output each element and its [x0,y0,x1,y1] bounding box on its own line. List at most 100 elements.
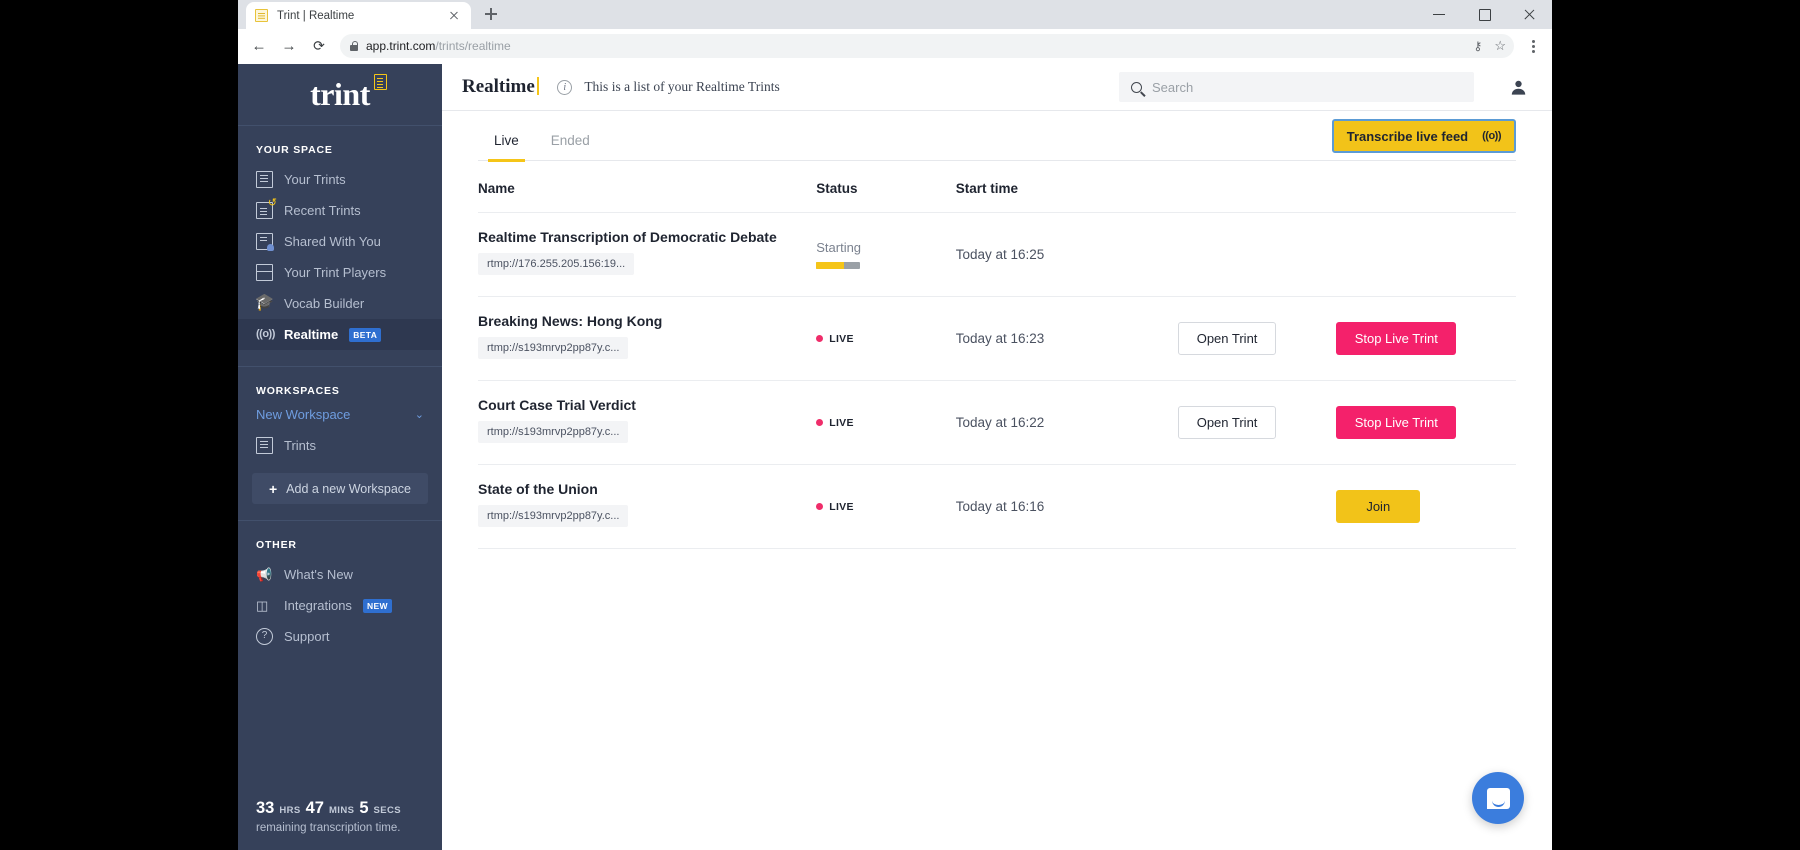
intercom-chat-button[interactable] [1472,772,1524,824]
search-placeholder: Search [1152,79,1194,95]
url-path: /trints/realtime [435,39,511,53]
cell-status: LIVE [816,464,956,549]
open-trint-button[interactable]: Open Trint [1177,322,1277,355]
start-time: Today at 16:22 [955,414,1045,430]
sidebar-item-whats-new[interactable]: 📢 What's New [238,559,442,590]
feed-url[interactable]: rtmp://176.255.205.156:19... [478,253,635,275]
cell-action-secondary: Stop Live Trint [1336,296,1516,381]
sidebar-item-recent-trints[interactable]: Recent Trints [238,195,442,226]
bookmark-star-icon[interactable]: ☆ [1494,38,1506,54]
table-row: Realtime Transcription of Democratic Deb… [478,212,1516,297]
favicon-icon [255,9,268,22]
cell-start-time: Today at 16:25 [955,212,1178,297]
sidebar-item-realtime[interactable]: ((o)) Realtime BETA [238,319,466,350]
seconds-value: 5 [359,799,369,817]
feed-url[interactable]: rtmp://s193mrvp2pp87y.c... [478,421,629,443]
back-button[interactable]: ← [245,32,273,60]
add-workspace-button[interactable]: + Add a new Workspace [252,473,428,504]
workspace-name: New Workspace [256,407,351,422]
cubes-icon: ◫ [256,598,269,613]
close-tab-icon[interactable] [446,8,462,24]
tab-ended[interactable]: Ended [535,121,606,161]
status-label: LIVE [829,500,854,513]
cell-name: State of the Union rtmp://s193mrvp2pp87y… [478,464,817,549]
reload-icon: ⟳ [313,37,325,54]
megaphone-icon: 📢 [256,567,273,582]
column-header-start-time: Start time [955,161,1178,213]
info-icon[interactable]: i [557,79,573,95]
cell-action-secondary: Join [1336,464,1516,549]
live-dot-icon [816,335,824,342]
cell-status: LIVE [816,296,956,381]
feed-url[interactable]: rtmp://s193mrvp2pp87y.c... [478,337,629,359]
hours-unit: HRS [279,805,301,816]
table-row: Breaking News: Hong Kong rtmp://s193mrvp… [478,296,1516,381]
cell-start-time: Today at 16:16 [955,464,1178,549]
realtime-feeds-table: Name Status Start time Realtime Transcri… [478,161,1516,549]
reload-button[interactable]: ⟳ [305,32,333,60]
minutes-unit: MINS [328,805,355,816]
cell-status: LIVE [816,380,956,465]
cell-start-time: Today at 16:23 [955,296,1178,381]
cell-name: Court Case Trial Verdict rtmp://s193mrvp… [478,380,817,465]
sidebar-heading-your-space: YOUR SPACE [256,144,333,156]
sidebar-item-your-trint-players[interactable]: Your Trint Players [238,257,442,288]
logo-container[interactable]: trint [238,64,442,126]
start-time: Today at 16:23 [955,330,1045,346]
transcribe-live-feed-button[interactable]: Transcribe live feed ((o)) [1331,119,1516,153]
sidebar-item-workspace-trints[interactable]: Trints [238,430,442,461]
stop-live-trint-button[interactable]: Stop Live Trint [1336,322,1457,355]
status-badge: LIVE [816,333,956,345]
address-bar[interactable]: app.trint.com/trints/realtime ⚷ ☆ [340,34,1514,58]
lock-icon [350,41,359,51]
sidebar: trint YOUR SPACE Your Trints Recent Trin… [238,64,466,850]
feed-name: Realtime Transcription of Democratic Deb… [478,229,777,245]
page-subtitle: This is a list of your Realtime Trints [584,79,780,94]
page-title: Realtime [462,76,545,98]
browser-tab[interactable]: Trint | Realtime [246,2,471,29]
maximize-button[interactable] [1462,0,1507,29]
player-icon [256,264,273,281]
tab-live[interactable]: Live [478,121,535,162]
sidebar-item-your-trints[interactable]: Your Trints [238,164,442,195]
document-icon [256,171,273,188]
forward-button[interactable]: → [275,32,303,60]
status-badge: LIVE [816,417,956,429]
sidebar-item-label: Support [284,629,330,644]
cell-action-primary [1177,212,1337,297]
sidebar-item-label: Realtime [284,327,339,342]
sidebar-heading-workspaces: WORKSPACES [256,385,340,397]
sidebar-item-shared-with-you[interactable]: Shared With You [238,226,442,257]
table-body: Realtime Transcription of Democratic Deb… [478,212,1516,549]
stop-live-trint-button[interactable]: Stop Live Trint [1336,406,1457,439]
start-time: Today at 16:25 [955,246,1045,262]
progress-bar [816,262,861,269]
search-input[interactable]: Search [1119,72,1474,102]
minimize-button[interactable] [1417,0,1462,29]
sidebar-item-integrations[interactable]: ◫ Integrations NEW [238,590,442,621]
table-header-row: Name Status Start time [478,161,1516,213]
new-tab-button[interactable] [477,0,505,28]
sidebar-item-label: Your Trints [284,172,346,187]
cell-name: Realtime Transcription of Democratic Deb… [478,212,817,297]
feed-url[interactable]: rtmp://s193mrvp2pp87y.c... [478,505,629,527]
open-trint-button[interactable]: Open Trint [1177,406,1277,439]
password-key-icon[interactable]: ⚷ [1474,39,1483,53]
sidebar-item-support[interactable]: ? Support [238,621,442,652]
feed-name: Breaking News: Hong Kong [478,313,663,329]
logo-document-icon [373,74,387,90]
sidebar-item-vocab-builder[interactable]: 🎓 Vocab Builder [238,288,442,319]
column-header-action-secondary [1336,161,1516,213]
account-avatar-button[interactable] [1504,73,1532,101]
close-window-button[interactable] [1507,0,1552,29]
browser-menu-icon[interactable] [1521,32,1545,60]
live-dot-icon [816,503,824,510]
recent-document-icon [256,196,277,219]
cell-status: Starting [816,212,956,297]
join-button[interactable]: Join [1336,490,1421,523]
sidebar-section-other: OTHER 📢 What's New ◫ Integrations NEW ? … [238,521,442,652]
browser-window: Trint | Realtime ← → ⟳ app.trint.com/tri… [238,0,1552,850]
sidebar-section-workspaces: WORKSPACES New Workspace ⌄ Trints + Add … [238,367,442,504]
cell-action-primary [1177,464,1337,549]
workspace-selector[interactable]: New Workspace ⌄ [238,405,442,430]
